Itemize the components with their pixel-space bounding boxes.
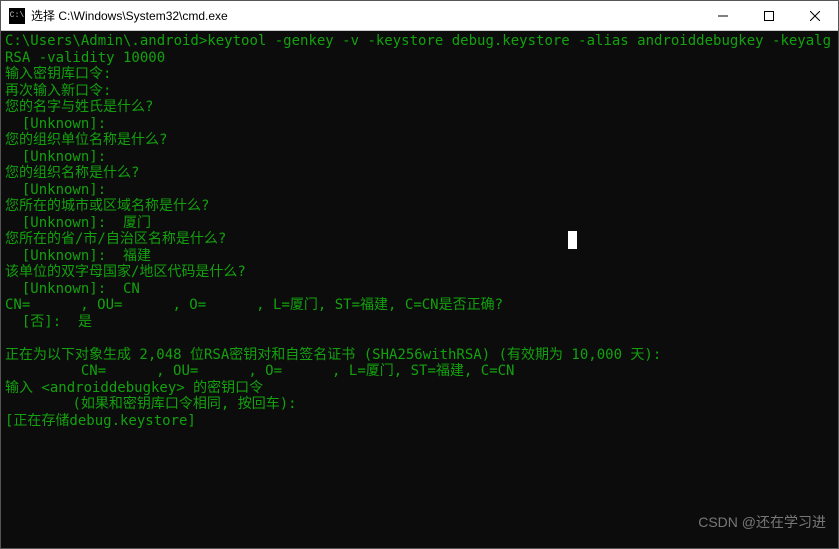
output-line: (如果和密钥库口令相同, 按回车): <box>5 396 297 412</box>
window-controls <box>700 1 838 30</box>
cmd-icon: C:\ <box>9 8 25 24</box>
redacted-value <box>123 117 173 131</box>
output-line: , L=厦门, ST=福建, C=CN <box>332 363 514 379</box>
output-line: 输入 <androiddebugkey> 的密钥口令 <box>5 380 263 396</box>
close-icon <box>810 11 820 21</box>
output-line: CN= <box>5 363 106 379</box>
output-line: , O= <box>172 297 206 313</box>
output-line: 您的名字与姓氏是什么? <box>5 99 153 115</box>
output-line: CN= <box>5 297 30 313</box>
output-line: 您所在的省/市/自治区名称是什么? <box>5 231 226 247</box>
titlebar[interactable]: C:\ 选择 C:\Windows\System32\cmd.exe <box>1 1 838 31</box>
redacted-value <box>123 150 173 164</box>
output-line: [Unknown]: <box>5 116 123 132</box>
minimize-button[interactable] <box>700 1 746 30</box>
redacted-value <box>30 298 80 312</box>
output-line: 输入密钥库口令: <box>5 66 111 82</box>
output-line: [Unknown]: CN <box>5 281 140 297</box>
output-line: 该单位的双字母国家/地区代码是什么? <box>5 264 246 280</box>
output-line: 正在为以下对象生成 2,048 位RSA密钥对和自签名证书 (SHA256wit… <box>5 347 661 363</box>
output-line: [Unknown]: <box>5 149 123 165</box>
maximize-icon <box>764 11 774 21</box>
output-line: , OU= <box>80 297 122 313</box>
window-title: 选择 C:\Windows\System32\cmd.exe <box>31 7 700 24</box>
close-button[interactable] <box>792 1 838 30</box>
redacted-value <box>206 298 256 312</box>
output-line: 您所在的城市或区域名称是什么? <box>5 198 209 214</box>
output-line: 您的组织单位名称是什么? <box>5 132 167 148</box>
output-line: , OU= <box>156 363 198 379</box>
terminal-output[interactable]: C:\Users\Admin\.android>keytool -genkey … <box>1 31 838 548</box>
minimize-icon <box>718 11 728 21</box>
redacted-value <box>122 298 172 312</box>
redacted-value <box>198 364 248 378</box>
output-line: [Unknown]: <box>5 182 123 198</box>
output-line: , O= <box>248 363 282 379</box>
output-line: , L=厦门, ST=福建, C=CN是否正确? <box>256 297 503 313</box>
text-cursor <box>568 231 577 249</box>
prompt: C:\Users\Admin\.android> <box>5 33 207 49</box>
output-line: [正在存储debug.keystore] <box>5 413 196 429</box>
output-line: 再次输入新口令: <box>5 83 111 99</box>
output-line: [Unknown]: 福建 <box>5 248 151 264</box>
redacted-value <box>123 183 173 197</box>
output-line: [否]: 是 <box>5 314 92 330</box>
cmd-window: C:\ 选择 C:\Windows\System32\cmd.exe C:\Us… <box>0 0 839 549</box>
redacted-value <box>106 364 156 378</box>
maximize-button[interactable] <box>746 1 792 30</box>
output-line: 您的组织名称是什么? <box>5 165 139 181</box>
output-line: [Unknown]: 厦门 <box>5 215 151 231</box>
watermark-text: CSDN @还在学习进 <box>698 514 826 531</box>
redacted-value <box>282 364 332 378</box>
